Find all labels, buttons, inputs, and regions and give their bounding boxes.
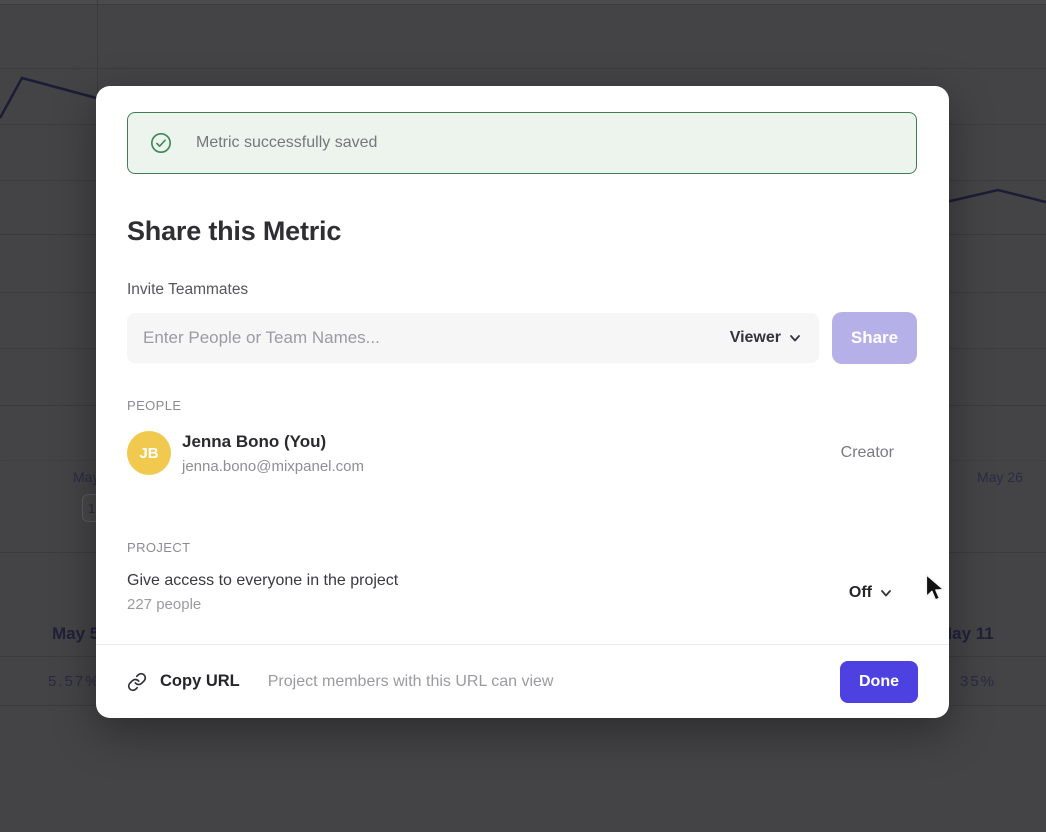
table-percent-value: 5.57% — [48, 673, 101, 690]
member-row: JB Jenna Bono (You) jenna.bono@mixpanel.… — [127, 431, 917, 475]
project-people-count: 227 people — [127, 596, 398, 613]
table-date-label: May 5 — [52, 624, 99, 644]
done-button[interactable]: Done — [840, 661, 918, 703]
project-access-text: Give access to everyone in the project 2… — [127, 572, 398, 613]
project-access-title: Give access to everyone in the project — [127, 572, 398, 590]
check-circle-icon — [150, 132, 172, 154]
copy-url-hint: Project members with this URL can view — [268, 673, 554, 691]
x-axis-tick-label: May 26 — [977, 469, 1023, 485]
avatar: JB — [127, 431, 171, 475]
invite-people-input[interactable] — [143, 328, 718, 348]
share-metric-modal: Metric successfully saved Share this Met… — [96, 86, 949, 718]
member-email: jenna.bono@mixpanel.com — [182, 458, 364, 475]
invite-input-wrap: Viewer — [127, 313, 819, 363]
role-dropdown-value: Viewer — [730, 329, 781, 347]
mouse-cursor — [921, 573, 949, 603]
project-section-label: PROJECT — [127, 540, 917, 555]
chevron-down-icon — [789, 332, 801, 344]
member-role-label: Creator — [841, 444, 894, 462]
project-access-dropdown[interactable]: Off — [849, 584, 892, 602]
success-toast: Metric successfully saved — [127, 112, 917, 174]
invite-teammates-label: Invite Teammates — [127, 281, 917, 299]
table-percent-value: 35% — [960, 673, 996, 690]
modal-footer: Copy URL Project members with this URL c… — [96, 644, 949, 718]
chevron-down-icon — [880, 587, 892, 599]
toast-message: Metric successfully saved — [196, 134, 377, 152]
link-icon[interactable] — [127, 672, 147, 692]
project-access-dropdown-value: Off — [849, 584, 872, 602]
copy-url-button[interactable]: Copy URL — [160, 672, 240, 691]
project-access-row: Give access to everyone in the project 2… — [127, 572, 917, 613]
people-section-label: PEOPLE — [127, 398, 917, 413]
invite-row: Viewer Share — [127, 312, 917, 364]
member-text: Jenna Bono (You) jenna.bono@mixpanel.com — [182, 432, 364, 475]
modal-title: Share this Metric — [127, 216, 917, 247]
share-button[interactable]: Share — [832, 312, 917, 364]
role-dropdown[interactable]: Viewer — [730, 329, 801, 347]
member-name: Jenna Bono (You) — [182, 432, 364, 452]
